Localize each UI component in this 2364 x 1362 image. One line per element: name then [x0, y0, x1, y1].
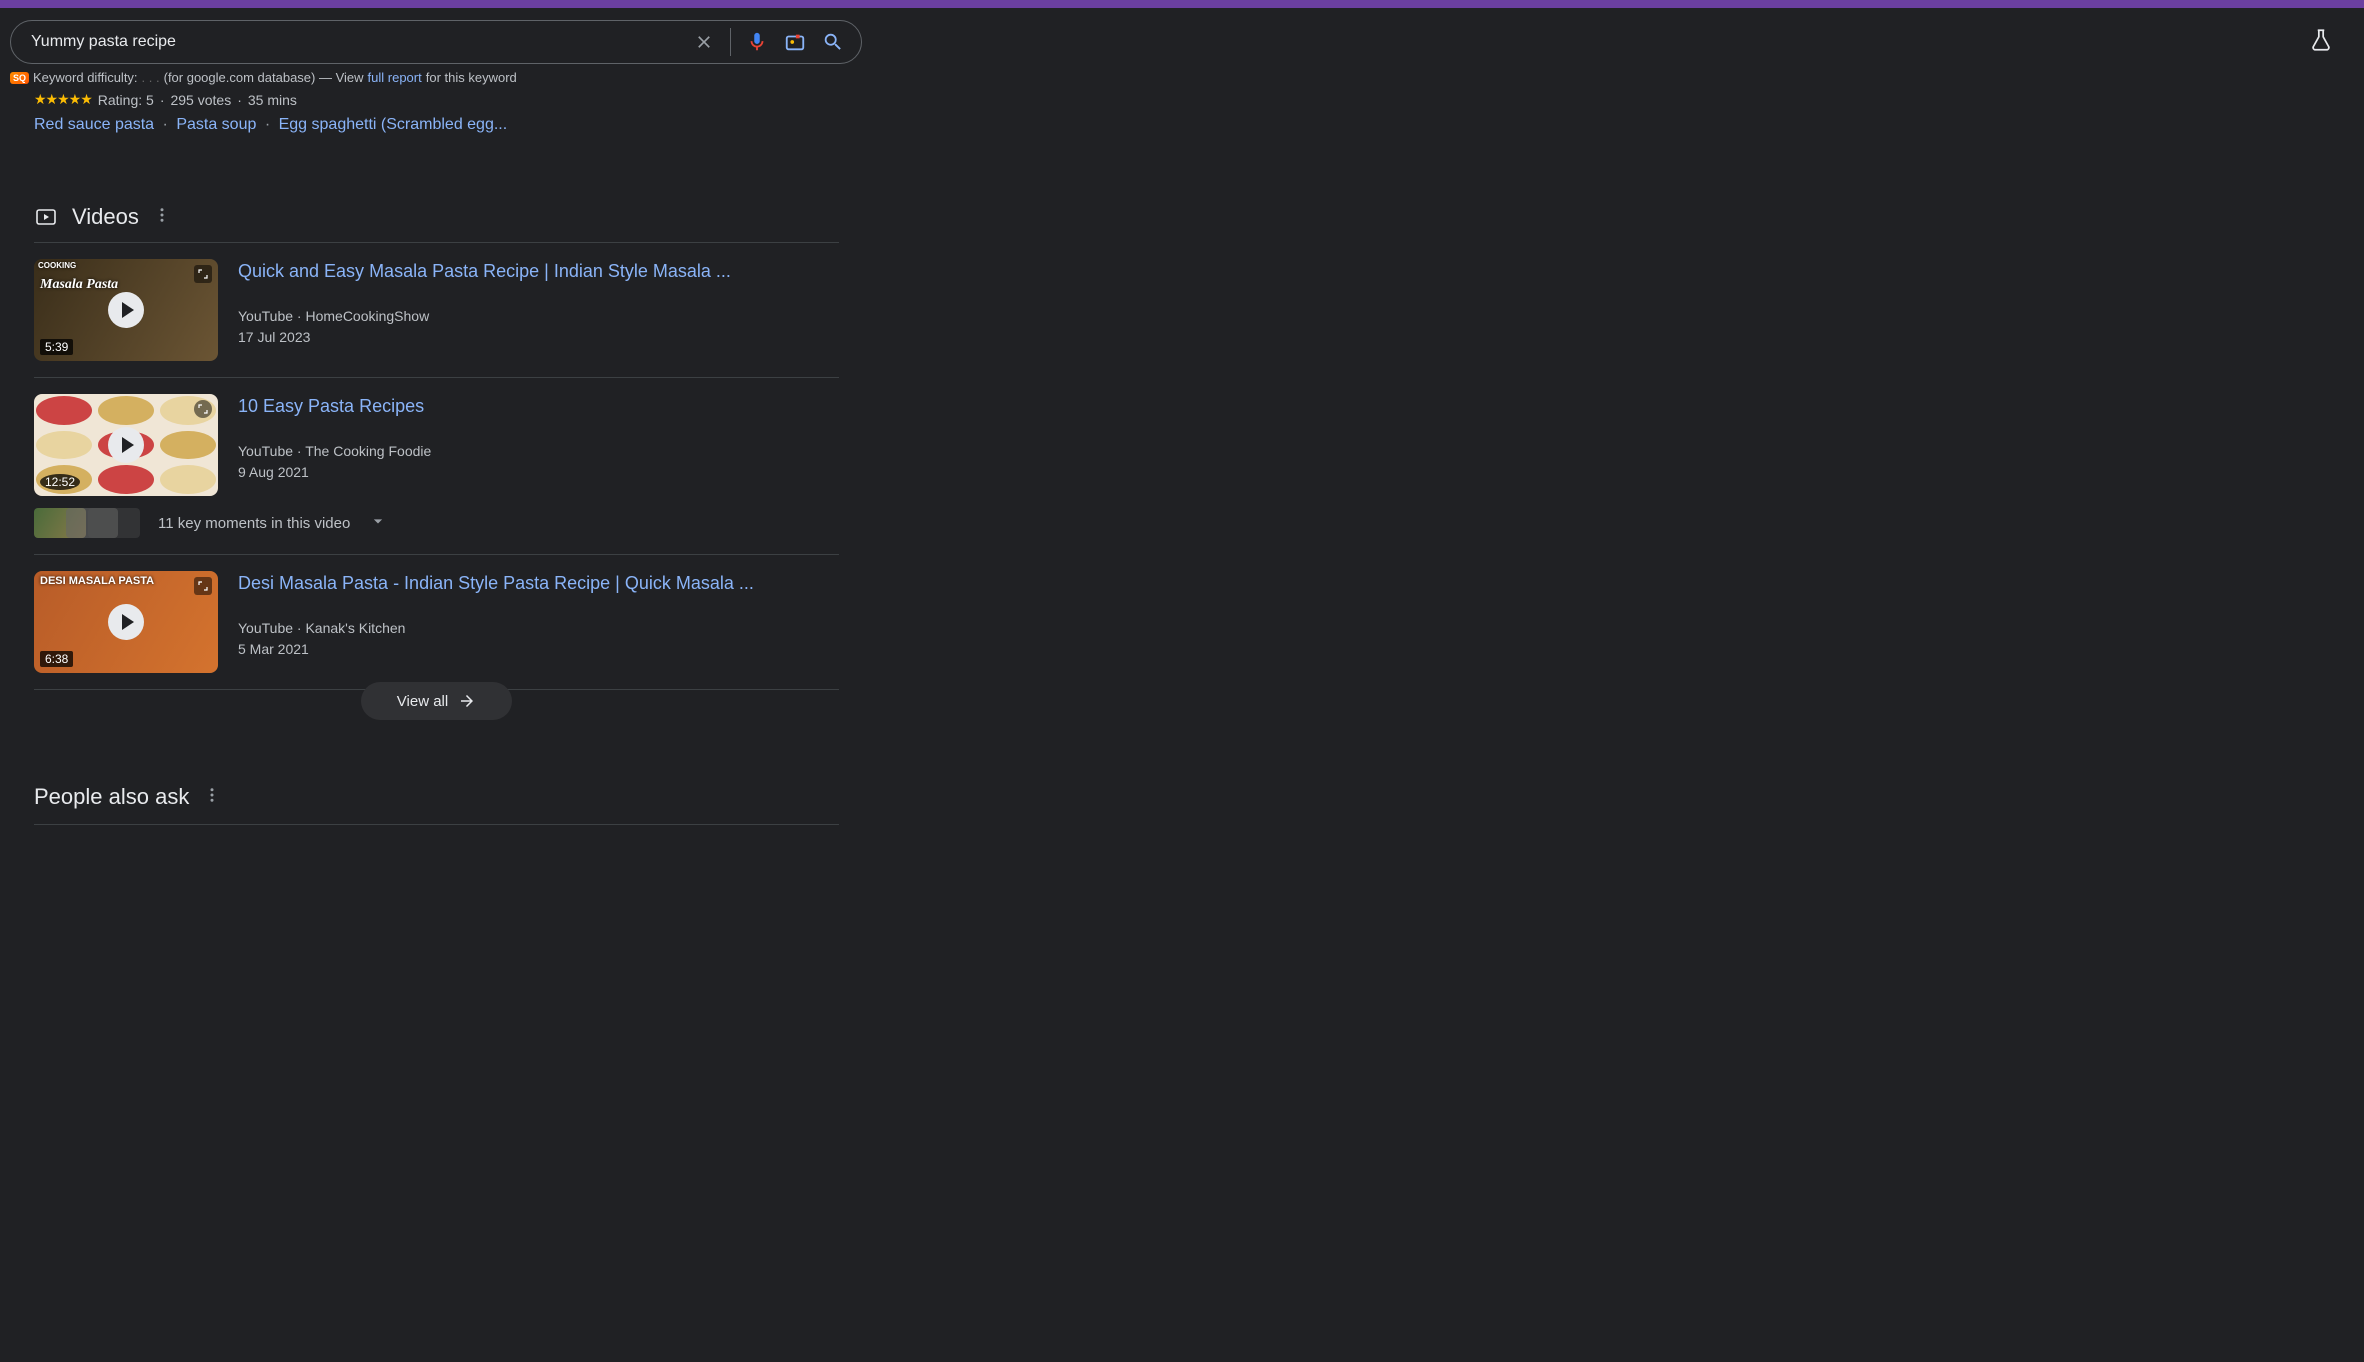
sq-badge: SQ: [10, 72, 29, 84]
video-channel: The Cooking Foodie: [305, 443, 431, 459]
labs-icon[interactable]: [2308, 27, 2334, 58]
video-duration: 6:38: [40, 651, 73, 667]
expand-icon[interactable]: [194, 265, 212, 283]
sitelinks-row: Red sauce pasta · Pasta soup · Egg spagh…: [34, 116, 839, 134]
video-result: DESI MASALA PASTA 6:38 Desi Masala Pasta…: [34, 555, 839, 690]
keyword-difficulty-bar: SQ Keyword difficulty: . . . (for google…: [0, 64, 2364, 91]
video-source: YouTube: [238, 620, 293, 636]
video-duration: 5:39: [40, 339, 73, 355]
key-moments-row[interactable]: 11 key moments in this video: [34, 500, 839, 555]
video-result: 12:52 10 Easy Pasta Recipes YouTube · Th…: [34, 378, 839, 500]
play-icon[interactable]: [108, 427, 144, 463]
video-thumbnail[interactable]: DESI MASALA PASTA 6:38: [34, 571, 218, 673]
paa-title: People also ask: [34, 784, 189, 810]
keyword-dots: . . .: [142, 70, 160, 85]
sitelink-pasta-soup[interactable]: Pasta soup: [176, 116, 256, 133]
video-info: Quick and Easy Masala Pasta Recipe | Ind…: [238, 259, 839, 361]
votes-text: 295 votes: [170, 92, 231, 108]
video-title-link[interactable]: 10 Easy Pasta Recipes: [238, 396, 839, 417]
mini-thumb: [88, 508, 140, 538]
view-all-label: View all: [397, 693, 448, 710]
video-title-link[interactable]: Desi Masala Pasta - Indian Style Pasta R…: [238, 573, 839, 594]
videos-header: Videos: [34, 204, 839, 243]
thumb-overlay-text: DESI MASALA PASTA: [40, 575, 154, 587]
video-thumbnail[interactable]: COOKING Masala Pasta 5:39: [34, 259, 218, 361]
play-icon[interactable]: [108, 604, 144, 640]
keyword-db: (for google.com database) — View: [164, 70, 364, 85]
search-submit-icon[interactable]: [821, 30, 845, 54]
full-report-link[interactable]: full report: [368, 70, 422, 85]
icon-divider: [730, 28, 731, 56]
video-title-link[interactable]: Quick and Easy Masala Pasta Recipe | Ind…: [238, 261, 839, 282]
results-column: ★★★★★ Rating: 5 · 295 votes · 35 mins Re…: [34, 91, 839, 825]
rating-text: Rating: 5: [98, 92, 154, 108]
sitelink-sep: ·: [265, 116, 270, 133]
star-icons: ★★★★★: [34, 91, 92, 108]
arrow-right-icon: [458, 692, 476, 710]
videos-menu-icon[interactable]: [153, 206, 171, 229]
video-channel: Kanak's Kitchen: [305, 620, 405, 636]
moments-thumbnails: [34, 508, 140, 538]
clear-icon[interactable]: [692, 30, 716, 54]
sitelink-egg-spaghetti[interactable]: Egg spaghetti (Scrambled egg...: [279, 116, 508, 133]
video-date: 9 Aug 2021: [238, 464, 309, 480]
search-icons-group: [692, 28, 853, 56]
image-search-icon[interactable]: [783, 30, 807, 54]
video-source: YouTube: [238, 443, 293, 459]
video-source: YouTube: [238, 308, 293, 324]
search-input[interactable]: [31, 33, 692, 51]
search-box[interactable]: [10, 20, 862, 64]
chevron-down-icon[interactable]: [368, 511, 388, 536]
video-result: COOKING Masala Pasta 5:39 Quick and Easy…: [34, 243, 839, 378]
sitelink-sep: ·: [163, 116, 168, 133]
expand-icon[interactable]: [194, 400, 212, 418]
keyword-label: Keyword difficulty:: [33, 70, 138, 85]
view-all-button[interactable]: View all: [361, 682, 512, 720]
video-channel: HomeCookingShow: [305, 308, 429, 324]
moments-label: 11 key moments in this video: [158, 515, 350, 532]
keyword-suffix: for this keyword: [426, 70, 517, 85]
video-date: 17 Jul 2023: [238, 329, 310, 345]
play-icon[interactable]: [108, 292, 144, 328]
search-bar-container: [0, 8, 2364, 64]
rating-sep2: ·: [237, 92, 242, 108]
video-section-icon: [34, 205, 58, 229]
video-info: 10 Easy Pasta Recipes YouTube · The Cook…: [238, 394, 839, 496]
video-thumbnail[interactable]: 12:52: [34, 394, 218, 496]
rating-sep: ·: [160, 92, 165, 108]
sitelink-red-sauce[interactable]: Red sauce pasta: [34, 116, 154, 133]
voice-search-icon[interactable]: [745, 30, 769, 54]
thumb-tag: COOKING: [38, 261, 76, 270]
video-date: 5 Mar 2021: [238, 641, 309, 657]
video-meta: YouTube · Kanak's Kitchen 5 Mar 2021: [238, 618, 839, 660]
paa-menu-icon[interactable]: [203, 786, 221, 809]
rating-row: ★★★★★ Rating: 5 · 295 votes · 35 mins: [34, 91, 839, 108]
expand-icon[interactable]: [194, 577, 212, 595]
video-meta: YouTube · The Cooking Foodie 9 Aug 2021: [238, 441, 839, 483]
time-text: 35 mins: [248, 92, 297, 108]
thumb-overlay-text: Masala Pasta: [40, 277, 118, 293]
people-also-ask-header: People also ask: [34, 784, 839, 825]
video-duration: 12:52: [40, 474, 80, 490]
browser-theme-bar: [0, 0, 2364, 8]
view-all-row: View all: [34, 689, 839, 744]
video-meta: YouTube · HomeCookingShow 17 Jul 2023: [238, 306, 839, 348]
videos-title: Videos: [72, 204, 139, 230]
video-info: Desi Masala Pasta - Indian Style Pasta R…: [238, 571, 839, 673]
